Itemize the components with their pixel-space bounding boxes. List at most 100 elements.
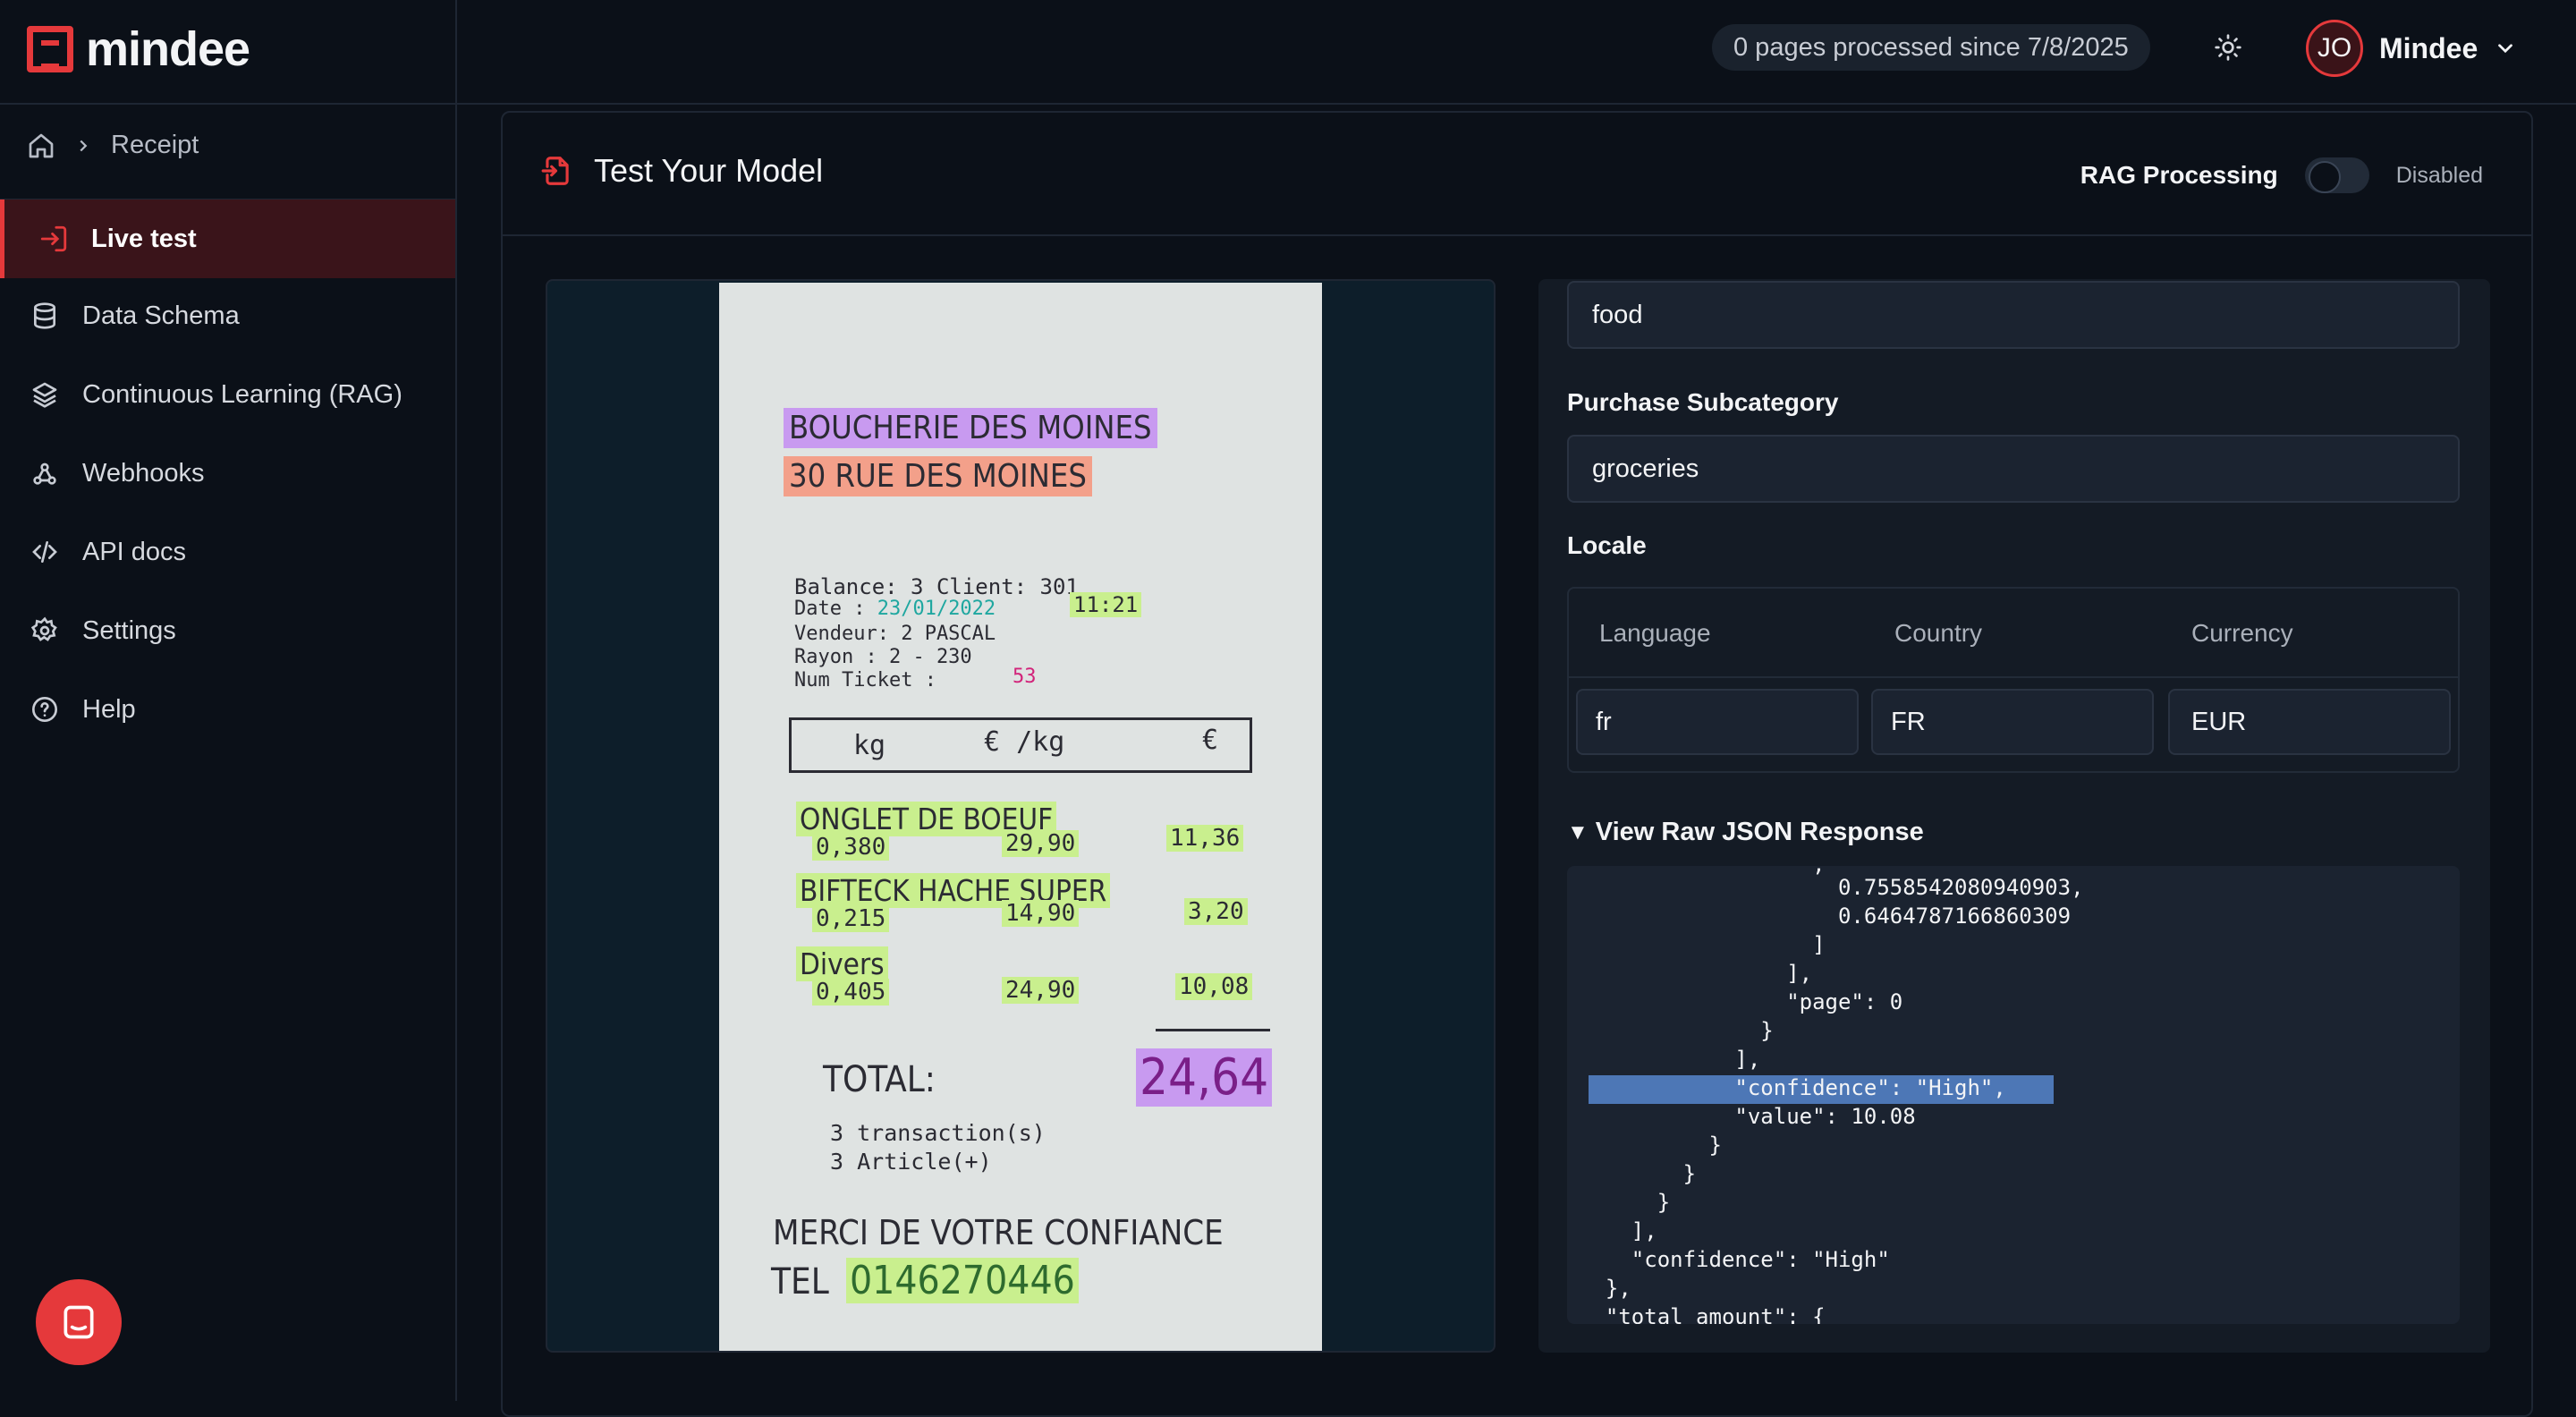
rag-processing-label: RAG Processing (2080, 161, 2278, 189)
sidebar-item-continuous-learning[interactable]: Continuous Learning (RAG) (0, 355, 455, 434)
chat-icon (64, 1305, 94, 1339)
sidebar-item-label: Live test (91, 224, 197, 253)
locale-language-header: Language (1599, 619, 1711, 647)
panel-title: Test Your Model (540, 152, 823, 190)
receipt-item-qty: 0,215 (812, 905, 890, 932)
receipt-store-name: BOUCHERIE DES MOINES (784, 408, 1157, 448)
top-bar: mindee 0 pages processed since 7/8/2025 … (0, 0, 2576, 105)
chat-launcher-button[interactable] (36, 1279, 122, 1365)
sidebar-item-live-test[interactable]: Live test (0, 199, 455, 278)
receipt-vendeur-line: Vendeur: 2 PASCAL (794, 623, 996, 645)
purchase-subcategory-label: Purchase Subcategory (1567, 388, 1839, 416)
receipt-total-label: TOTAL: (823, 1059, 936, 1100)
receipt-date: 23/01/2022 (877, 598, 996, 620)
json-line: 0.6464787166860309 (1580, 904, 2072, 929)
sidebar-item-api-docs[interactable]: API docs (0, 513, 455, 591)
locale-currency-header: Currency (2191, 619, 2293, 647)
avatar: JO (2306, 20, 2363, 77)
json-line: "page": 0 (1580, 989, 1903, 1014)
sidebar-item-help[interactable]: Help (0, 670, 455, 749)
sidebar-divider (455, 0, 457, 1401)
json-line: "confidence": "High" (1580, 1247, 1890, 1272)
breadcrumb: Receipt (27, 131, 199, 160)
panel-title-text: Test Your Model (594, 152, 824, 189)
receipt-articles: 3 Article(+) (830, 1149, 992, 1175)
panel-header: Test Your Model RAG Processing Disabled (503, 113, 2531, 236)
json-line: } (1580, 1161, 1697, 1186)
raw-json-viewer[interactable]: , 0.7558542080940903, 0.6464787166860309… (1567, 866, 2460, 1324)
locale-language-field[interactable]: fr (1576, 689, 1859, 755)
receipt-col-eur: € (1202, 725, 1219, 756)
json-line: "confidence": "High", (1580, 1075, 2006, 1100)
sidebar-item-label: Settings (82, 615, 176, 645)
layers-icon (32, 382, 57, 408)
sidebar-nav: Live test Data Schema Continuous Learnin… (0, 199, 455, 749)
receipt-item-qty: 0,380 (812, 834, 890, 861)
json-line: "total_amount": { (1580, 1304, 1826, 1324)
receipt-time: 11:21 (1070, 592, 1142, 617)
help-circle-icon (32, 697, 57, 722)
sidebar-item-data-schema[interactable]: Data Schema (0, 276, 455, 355)
receipt-rayon-line: Rayon : 2 - 230 (794, 646, 972, 668)
chevron-down-icon (2498, 44, 2513, 54)
raw-json-summary-label: View Raw JSON Response (1595, 818, 1924, 846)
theme-toggle-button[interactable] (2207, 27, 2249, 68)
rag-processing-control: RAG Processing Disabled (2080, 157, 2483, 193)
mindee-logo[interactable]: mindee (27, 21, 250, 77)
locale-country-field[interactable]: FR (1871, 689, 2154, 755)
sidebar-item-label: Continuous Learning (RAG) (82, 379, 402, 409)
webhook-icon (33, 462, 56, 485)
json-line: } (1580, 1190, 1671, 1215)
json-line: ], (1580, 1047, 1761, 1072)
sidebar-item-webhooks[interactable]: Webhooks (0, 434, 455, 513)
raw-json-toggle[interactable]: ▼ View Raw JSON Response (1567, 818, 1924, 847)
breadcrumb-current[interactable]: Receipt (111, 131, 199, 160)
json-line: } (1580, 1018, 1774, 1043)
receipt-transactions: 3 transaction(s) (830, 1120, 1046, 1146)
home-icon[interactable] (27, 132, 55, 160)
receipt-total-rule (1156, 1029, 1270, 1031)
receipt-item-total: 10,08 (1175, 973, 1253, 1000)
json-line: ] (1580, 932, 1826, 957)
receipt-item-total: 3,20 (1184, 898, 1248, 925)
json-line: 0.7558542080940903, (1580, 875, 2084, 900)
receipt-item-unit: 24,90 (1002, 977, 1080, 1004)
receipt-total-amount: 24,64 (1136, 1048, 1273, 1107)
receipt-item-unit: 14,90 (1002, 900, 1080, 927)
logo-text: mindee (86, 22, 250, 76)
receipt-item-unit: 29,90 (1002, 830, 1080, 857)
sidebar-item-settings[interactable]: Settings (0, 591, 455, 670)
sidebar-item-label: API docs (82, 537, 187, 566)
receipt-item-name: Divers (796, 946, 888, 981)
receipt-tel-label: TEL (771, 1261, 829, 1302)
receipt-ticket-line: Num Ticket : (794, 669, 936, 692)
chevron-right-icon (80, 140, 88, 151)
receipt-col-price: € /kg (984, 726, 1065, 758)
user-menu[interactable]: JO Mindee (2306, 20, 2517, 77)
locale-country-header: Country (1894, 619, 1983, 647)
login-arrow-icon (40, 225, 67, 252)
json-line: }, (1580, 1276, 1631, 1301)
receipt-thanks: MERCI DE VOTRE CONFIANCE (773, 1213, 1224, 1252)
receipt-ticket-number: 53 (1013, 666, 1037, 688)
receipt-image: BOUCHERIE DES MOINES 30 RUE DES MOINES B… (719, 283, 1322, 1351)
purchase-category-field[interactable]: food (1567, 281, 2460, 349)
locale-currency-field[interactable]: EUR (2168, 689, 2451, 755)
sidebar-item-label: Webhooks (82, 458, 205, 488)
locale-header-divider (1569, 676, 2458, 678)
rag-processing-state: Disabled (2395, 162, 2483, 188)
json-line: ], (1580, 1218, 1657, 1243)
receipt-tel: 0146270446 (846, 1258, 1079, 1303)
receipt-item-total: 11,36 (1166, 825, 1244, 852)
receipt-date-line: Date : 23/01/2022 (794, 598, 996, 620)
receipt-address: 30 RUE DES MOINES (784, 456, 1092, 496)
purchase-subcategory-field[interactable]: groceries (1567, 435, 2460, 503)
json-line: ], (1580, 961, 1813, 986)
pages-processed-badge: 0 pages processed since 7/8/2025 (1712, 24, 2150, 71)
document-viewer[interactable]: BOUCHERIE DES MOINES 30 RUE DES MOINES B… (546, 279, 1496, 1353)
rag-processing-toggle[interactable] (2304, 157, 2369, 193)
json-line: } (1580, 1133, 1722, 1158)
logo-mark-icon (27, 26, 73, 72)
receipt-balance-line: Balance: 3 Client: 301 (794, 574, 1079, 599)
locale-label: Locale (1567, 531, 1647, 559)
